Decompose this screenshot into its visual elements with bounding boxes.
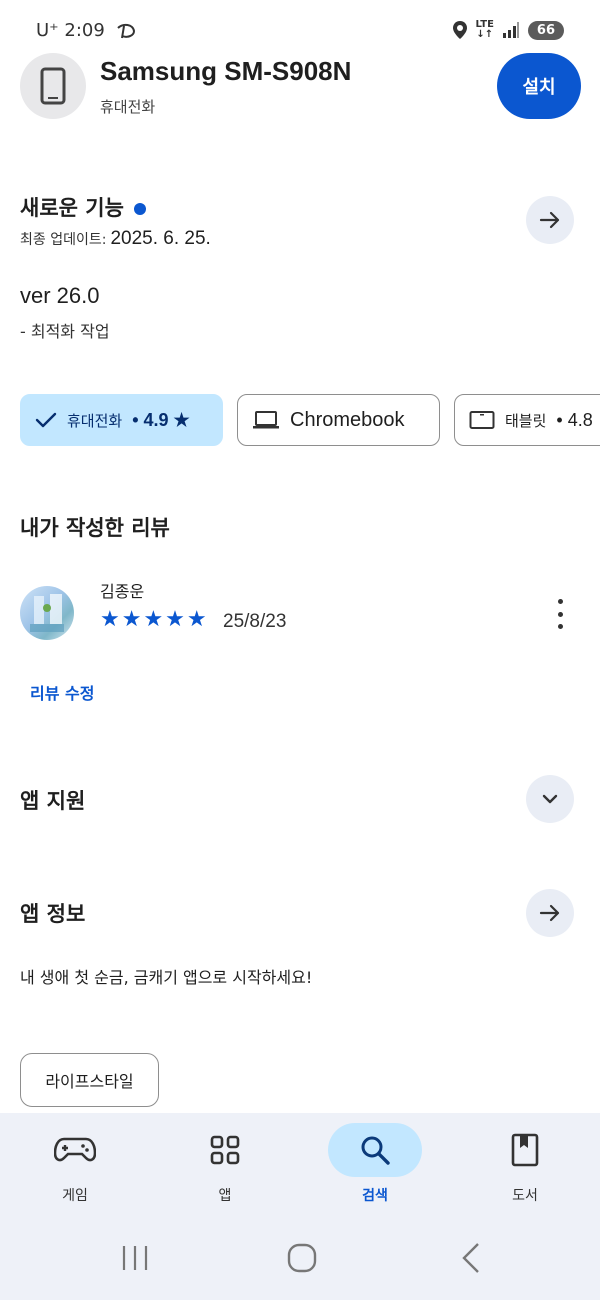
chip-chromebook-label: Chromebook xyxy=(290,408,405,431)
app-info-arrow-button[interactable] xyxy=(526,889,574,937)
status-time: U⁺ 2:09 xyxy=(36,20,105,41)
chip-phone[interactable]: 휴대전화 • 4.9 ★ xyxy=(20,394,223,446)
disney-icon xyxy=(116,23,135,39)
install-button[interactable]: 설치 xyxy=(497,53,581,119)
review-date: 25/8/23 xyxy=(223,611,287,632)
app-support-heading[interactable]: 앱 지원 xyxy=(20,785,85,815)
category-tag-chip[interactable]: 라이프스타일 xyxy=(20,1053,159,1107)
nav-item-apps[interactable]: 앱 xyxy=(175,1123,275,1205)
app-description: 내 생애 첫 순금, 금캐기 앱으로 시작하세요! xyxy=(20,968,313,987)
signal-icon xyxy=(502,22,519,38)
book-icon xyxy=(511,1133,539,1167)
review-stars: ★★★★★ xyxy=(100,607,209,632)
home-icon[interactable] xyxy=(287,1243,317,1273)
edit-review-link[interactable]: 리뷰 수정 xyxy=(30,680,94,704)
version-text: ver 26.0 xyxy=(20,283,100,308)
search-icon xyxy=(361,1136,390,1165)
tablet-icon xyxy=(469,411,495,429)
last-updated-label: 최종 업데이트: xyxy=(20,232,107,248)
app-info-heading[interactable]: 앱 정보 xyxy=(20,898,85,928)
gamepad-icon xyxy=(54,1137,96,1162)
lte-indicator: LTE ↓↑ xyxy=(475,19,494,40)
device-type: 휴대전화 xyxy=(100,98,156,116)
nav-label-games: 게임 xyxy=(62,1188,88,1204)
status-carrier-time: U⁺ 2:09 xyxy=(36,20,137,41)
whats-new-arrow-button[interactable] xyxy=(526,196,574,244)
app-support-expand-button[interactable] xyxy=(526,775,574,823)
nav-label-apps: 앱 xyxy=(218,1188,232,1204)
chip-chromebook[interactable]: Chromebook xyxy=(237,394,440,446)
my-review-heading: 내가 작성한 리뷰 xyxy=(20,516,170,540)
arrow-right-icon xyxy=(539,904,560,922)
check-icon xyxy=(35,412,57,428)
new-badge-dot xyxy=(133,203,146,215)
version-note: - 최적화 작업 xyxy=(20,322,110,341)
back-icon[interactable] xyxy=(460,1242,482,1274)
device-name: Samsung SM-S908N xyxy=(100,56,352,86)
nav-item-books[interactable]: 도서 xyxy=(475,1123,575,1205)
system-navigation-bar xyxy=(0,1238,600,1278)
nav-label-books: 도서 xyxy=(512,1188,538,1204)
nav-label-search: 검색 xyxy=(362,1188,388,1204)
arrow-right-icon xyxy=(539,211,560,229)
battery-indicator: 66 xyxy=(527,20,564,40)
nav-item-games[interactable]: 게임 xyxy=(25,1123,125,1205)
chip-tablet[interactable]: 태블릿 • 4.8 xyxy=(454,394,600,446)
recent-apps-icon[interactable] xyxy=(120,1244,150,1272)
last-updated-date: 2025. 6. 25. xyxy=(110,228,211,249)
chip-tablet-rating: • 4.8 xyxy=(556,409,593,430)
reviewer-avatar xyxy=(20,586,74,640)
location-icon xyxy=(452,21,467,39)
reviewer-name: 김종운 xyxy=(100,582,145,601)
more-options-button[interactable] xyxy=(548,596,572,632)
phone-device-icon xyxy=(20,53,86,119)
last-updated: 최종 업데이트: 2025. 6. 25. xyxy=(20,228,211,250)
chip-tablet-label: 태블릿 xyxy=(505,411,547,430)
whats-new-heading[interactable]: 새로운 기능 xyxy=(20,192,146,222)
apps-grid-icon xyxy=(210,1135,240,1165)
more-vert-icon xyxy=(557,599,563,604)
chip-phone-label: 휴대전화 xyxy=(67,411,123,430)
whats-new-title: 새로운 기능 xyxy=(20,196,124,220)
laptop-icon xyxy=(253,411,279,429)
chevron-down-icon xyxy=(542,794,558,804)
nav-item-search[interactable]: 검색 xyxy=(325,1123,425,1205)
chip-phone-rating: • 4.9 ★ xyxy=(132,409,190,430)
status-indicators: LTE ↓↑ 66 xyxy=(452,20,564,40)
